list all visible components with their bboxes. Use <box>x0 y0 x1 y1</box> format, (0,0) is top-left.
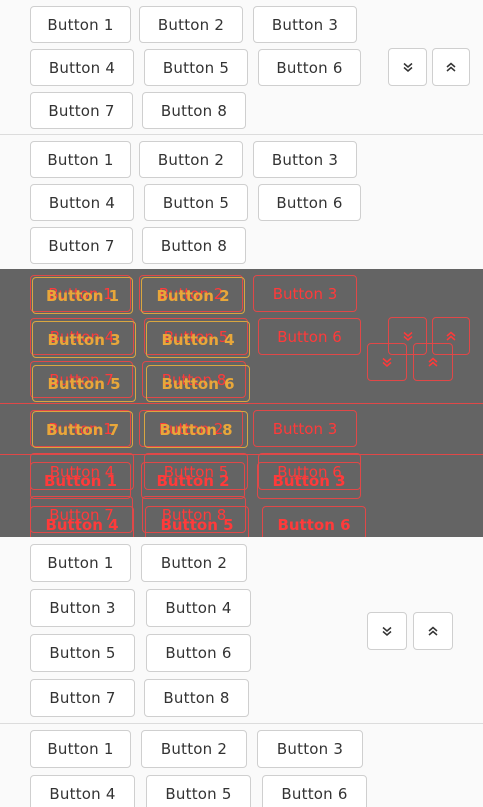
button-1[interactable]: Button 1 <box>30 544 131 582</box>
ghost-button-3: Button 3 <box>32 321 136 358</box>
ghost-button-2: Button 2 <box>141 462 245 499</box>
divider <box>0 134 483 135</box>
chevron-double-down-icon <box>403 62 412 72</box>
button-8[interactable]: Button 8 <box>142 92 246 129</box>
button-7[interactable]: Button 7 <box>30 227 133 264</box>
ghost-button-6: Button 6 <box>258 318 361 355</box>
button-2[interactable]: Button 2 <box>139 141 243 178</box>
button-7[interactable]: Button 7 <box>30 679 135 717</box>
collapse-button[interactable] <box>432 48 470 86</box>
ghost-button-6: Button 6 <box>262 506 366 537</box>
ghost-button-3: Button 3 <box>257 462 361 499</box>
chevron-double-down-icon <box>403 331 412 341</box>
button-3[interactable]: Button 3 <box>30 589 135 627</box>
button-2[interactable]: Button 2 <box>141 730 247 768</box>
button-4[interactable]: Button 4 <box>30 184 134 221</box>
expand-button[interactable] <box>388 48 427 86</box>
button-1[interactable]: Button 1 <box>30 730 131 768</box>
page: Button 1 Button 2 Button 3 Button 4 Butt… <box>0 0 483 807</box>
ghost-button-1: Button 1 <box>30 462 131 499</box>
button-2[interactable]: Button 2 <box>139 6 243 43</box>
ghost-button-4: Button 4 <box>30 506 134 537</box>
collapse-button[interactable] <box>413 612 453 650</box>
ghost-expand-button <box>367 343 407 381</box>
button-5[interactable]: Button 5 <box>146 775 251 807</box>
drag-overlay: Button 1 Button 2 Button 3 Button 4 Butt… <box>0 269 483 537</box>
button-3[interactable]: Button 3 <box>253 6 357 43</box>
ghost-button-6: Button 6 <box>146 365 250 402</box>
ghost-button-3: Button 3 <box>253 410 357 447</box>
ghost-button-8: Button 8 <box>144 411 248 448</box>
button-4[interactable]: Button 4 <box>30 49 134 86</box>
button-7[interactable]: Button 7 <box>30 92 133 129</box>
chevron-double-up-icon <box>446 62 456 72</box>
divider <box>0 723 483 724</box>
button-8[interactable]: Button 8 <box>142 227 246 264</box>
button-4[interactable]: Button 4 <box>30 775 135 807</box>
ghost-button-5: Button 5 <box>145 506 249 537</box>
button-6[interactable]: Button 6 <box>258 49 361 86</box>
button-1[interactable]: Button 1 <box>30 141 131 178</box>
button-4[interactable]: Button 4 <box>146 589 251 627</box>
ghost-button-1: Button 1 <box>32 277 133 314</box>
ghost-button-3: Button 3 <box>253 275 357 312</box>
button-5[interactable]: Button 5 <box>144 49 248 86</box>
ghost-button-7: Button 7 <box>32 411 133 448</box>
ghost-button-5: Button 5 <box>32 365 136 402</box>
chevron-double-up-icon <box>428 357 438 367</box>
button-5[interactable]: Button 5 <box>144 184 248 221</box>
chevron-double-up-icon <box>446 331 456 341</box>
chevron-double-up-icon <box>428 626 438 636</box>
button-6[interactable]: Button 6 <box>258 184 361 221</box>
ghost-collapse-button <box>413 343 453 381</box>
button-2[interactable]: Button 2 <box>141 544 247 582</box>
button-6[interactable]: Button 6 <box>262 775 367 807</box>
button-8[interactable]: Button 8 <box>144 679 249 717</box>
button-1[interactable]: Button 1 <box>30 6 131 43</box>
chevron-double-down-icon <box>382 357 392 367</box>
ghost-divider <box>0 403 483 404</box>
ghost-button-2: Button 2 <box>141 277 245 314</box>
chevron-double-down-icon <box>382 626 392 636</box>
ghost-button-4: Button 4 <box>146 321 250 358</box>
button-5[interactable]: Button 5 <box>30 634 135 672</box>
button-6[interactable]: Button 6 <box>146 634 251 672</box>
button-3[interactable]: Button 3 <box>257 730 363 768</box>
expand-button[interactable] <box>367 612 407 650</box>
button-3[interactable]: Button 3 <box>253 141 357 178</box>
